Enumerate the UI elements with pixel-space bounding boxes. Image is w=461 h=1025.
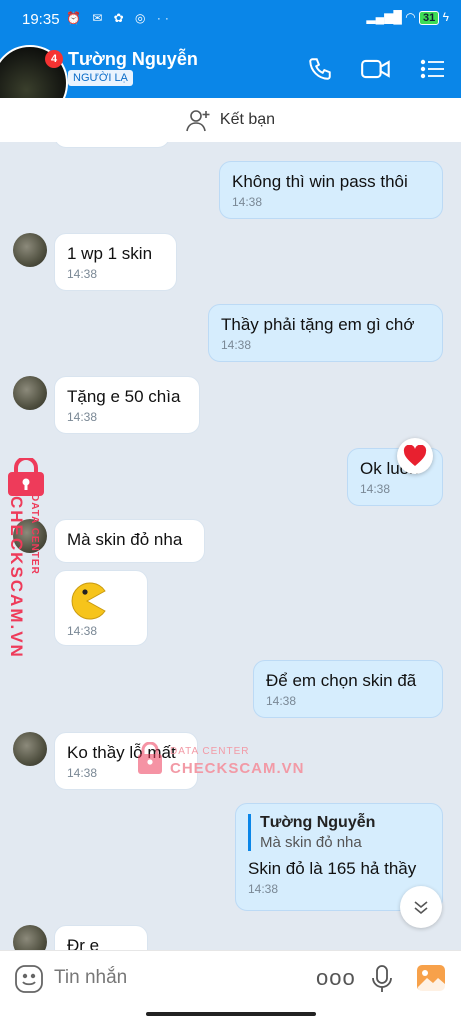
more-dots-icon: ooo <box>316 965 356 990</box>
image-button[interactable] <box>416 964 446 997</box>
message-text: 1 wp 1 skin <box>67 244 153 263</box>
message-text: Thầy phải tặng em gì chớ <box>221 315 415 334</box>
quoted-text: Mà skin đỏ nha <box>260 834 362 851</box>
sender-avatar[interactable] <box>13 732 47 766</box>
message-text: Tặng e 50 chìa <box>67 387 181 406</box>
watermark-text-large: CHECKSCAM.VN <box>170 760 305 777</box>
message-bubble-outgoing[interactable]: Để em chọn skin đã 14:38 <box>253 660 443 718</box>
watermark-text-small: DATA CENTER <box>170 746 250 757</box>
message-time: 14:38 <box>221 338 252 352</box>
message-time: 14:38 <box>67 410 98 424</box>
status-time: 19:35 <box>22 11 60 28</box>
microphone-icon <box>372 965 392 992</box>
home-indicator[interactable] <box>146 1012 316 1016</box>
message-list[interactable]: Không thì win pass thôi 14:38 1 wp 1 ski… <box>0 142 461 950</box>
watermark-vertical: DATA CENTER CHECKSCAM.VN <box>4 458 52 659</box>
add-friend-button[interactable]: Kết bạn <box>0 98 461 142</box>
sender-avatar[interactable] <box>13 233 47 267</box>
sender-avatar[interactable] <box>13 376 47 410</box>
wifi-icon: ◠ <box>405 10 416 24</box>
call-button[interactable] <box>305 54 335 84</box>
quoted-sender: Tường Nguyễn <box>260 814 376 831</box>
video-icon <box>361 59 390 79</box>
more-options-button[interactable]: ooo <box>316 965 356 991</box>
message-time: 14:38 <box>266 694 297 708</box>
watermark-horizontal: DATA CENTER CHECKSCAM.VN <box>136 740 306 780</box>
message-text: Không thì win pass thôi <box>232 172 408 191</box>
chat-header: 4 Tường Nguyễn NGƯỜI LẠ <box>0 40 461 121</box>
unread-badge: 4 <box>45 50 63 68</box>
lock-logo-icon <box>8 458 44 496</box>
message-bubble-incoming[interactable]: Tặng e 50 chìa 14:38 <box>54 376 200 434</box>
message-time: 14:38 <box>232 195 263 209</box>
double-chevron-down-icon <box>414 901 428 915</box>
message-text: Để em chọn skin đã <box>266 671 417 690</box>
add-user-icon <box>186 110 210 132</box>
message-text: Skin đỏ là 165 hả thầy <box>248 859 417 878</box>
reaction-badge[interactable] <box>397 438 433 474</box>
list-menu-icon <box>420 59 444 79</box>
contact-name[interactable]: Tường Nguyễn <box>68 49 198 70</box>
video-call-button[interactable] <box>361 54 391 84</box>
message-time: 14:38 <box>248 882 279 896</box>
message-bubble-incoming[interactable]: 1 wp 1 skin 14:38 <box>54 233 177 291</box>
message-text: Mà skin đỏ nha <box>67 530 183 549</box>
quoted-message[interactable]: Tường Nguyễn Mà skin đỏ nha <box>248 814 430 851</box>
scroll-to-bottom-button[interactable] <box>400 886 442 928</box>
message-bubble-incoming[interactable]: Đr e <box>54 925 148 950</box>
pacman-sticker-icon <box>71 582 106 620</box>
voice-button[interactable] <box>370 964 394 999</box>
image-icon <box>417 965 445 991</box>
message-bubble-incoming[interactable]: Mà skin đỏ nha <box>54 519 205 563</box>
status-right: ▂▄▆█ ◠ 31 ϟ <box>366 10 449 25</box>
message-time: 14:38 <box>67 624 98 638</box>
message-bubble-partial[interactable] <box>54 142 170 148</box>
add-friend-label: Kết bạn <box>219 111 276 128</box>
sticker-message[interactable]: 14:38 <box>54 570 148 646</box>
status-notification-icons: ⏰ ✉ ✿ ◎ ·· <box>66 11 173 25</box>
status-bar: 19:35 ⏰ ✉ ✿ ◎ ·· ▂▄▆█ ◠ 31 ϟ <box>0 0 461 40</box>
menu-button[interactable] <box>418 54 448 84</box>
sticker-button[interactable] <box>14 964 44 999</box>
phone-icon <box>309 58 331 80</box>
battery-icon: 31 <box>419 11 440 25</box>
message-bubble-outgoing[interactable]: Không thì win pass thôi 14:38 <box>219 161 443 219</box>
message-text: Đr e <box>67 936 100 950</box>
signal-icon: ▂▄▆█ <box>366 10 402 24</box>
message-time: 14:38 <box>67 267 98 281</box>
message-bubble-outgoing[interactable]: Thầy phải tặng em gì chớ 14:38 <box>208 304 443 362</box>
sender-avatar[interactable] <box>13 925 47 950</box>
charging-icon: ϟ <box>442 10 449 24</box>
emoji-icon <box>15 965 43 993</box>
message-time: 14:38 <box>360 482 391 496</box>
stranger-badge: NGƯỜI LẠ <box>68 70 133 86</box>
lock-logo-icon <box>138 742 162 774</box>
watermark-text-large: CHECKSCAM.VN <box>7 496 26 659</box>
watermark-text-small: DATA CENTER <box>29 494 40 575</box>
message-input[interactable]: Tin nhắn <box>54 967 127 989</box>
heart-icon <box>403 445 427 466</box>
